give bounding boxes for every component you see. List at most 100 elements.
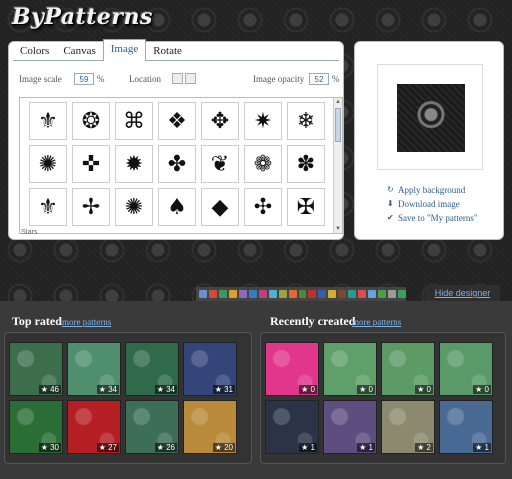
recent-gallery: ★ 0 ★ 0 ★ 0 ★ 0 ★ 1 ★ 1 ★ 2 ★ 1 xyxy=(260,332,506,464)
rating-count: ★ 0 xyxy=(473,385,491,394)
share-icon[interactable] xyxy=(208,290,217,298)
top-rated-more-link[interactable]: more patterns xyxy=(62,317,111,327)
snowflake-icon[interactable]: ❄ xyxy=(287,102,325,140)
rating-count: ★ 2 xyxy=(415,443,433,452)
rating-count: ★ 31 xyxy=(212,385,235,394)
recent-pattern-thumb[interactable]: ★ 1 xyxy=(265,400,319,454)
tab-rotate[interactable]: Rotate xyxy=(146,42,189,61)
spiral-icon[interactable]: ✺ xyxy=(115,188,153,226)
tab-image[interactable]: Image xyxy=(102,39,147,61)
top-rated-pattern-thumb[interactable]: ★ 34 xyxy=(67,342,121,396)
rating-count: ★ 26 xyxy=(154,443,177,452)
refresh-icon: ↻ xyxy=(387,185,394,194)
share-icon[interactable] xyxy=(248,290,257,298)
recent-pattern-thumb[interactable]: ★ 2 xyxy=(381,400,435,454)
cross-flourish-icon[interactable]: ✥ xyxy=(201,102,239,140)
recent-pattern-thumb[interactable]: ★ 0 xyxy=(265,342,319,396)
swirl-sun-icon[interactable]: ✺ xyxy=(29,145,67,183)
image-scale-unit: % xyxy=(97,74,105,84)
recent-pattern-thumb[interactable]: ★ 0 xyxy=(439,342,493,396)
recent-more-link[interactable]: more patterns xyxy=(352,317,401,327)
glyph-scrollbar[interactable]: ▲ ▼ xyxy=(333,98,342,233)
save-to-my-patterns-label: Save to "My patterns" xyxy=(398,213,478,223)
image-scale-input[interactable] xyxy=(74,73,94,85)
share-icon[interactable] xyxy=(218,290,227,298)
compass-flower-icon[interactable]: ✜ xyxy=(72,145,110,183)
tab-canvas[interactable]: Canvas xyxy=(56,42,102,61)
tribal-cross-icon[interactable]: ✠ xyxy=(287,188,325,226)
image-scale-label: Image scale xyxy=(19,74,62,84)
share-icon[interactable] xyxy=(348,290,357,298)
share-icon[interactable] xyxy=(388,290,397,298)
top-rated-pattern-thumb[interactable]: ★ 20 xyxy=(183,400,237,454)
rating-count: ★ 1 xyxy=(357,443,375,452)
recent-pattern-thumb[interactable]: ★ 0 xyxy=(323,342,377,396)
crest-icon[interactable]: ♠ xyxy=(158,188,196,226)
rating-count: ★ 1 xyxy=(299,443,317,452)
share-icon[interactable] xyxy=(268,290,277,298)
tab-colors[interactable]: Colors xyxy=(13,42,56,61)
share-icon[interactable] xyxy=(258,290,267,298)
save-to-my-patterns-link[interactable]: ✔ Save to "My patterns" xyxy=(387,211,478,225)
pattern-preview-panel: ↻ Apply background ⬇ Download image ✔ Sa… xyxy=(354,41,504,240)
top-rated-pattern-thumb[interactable]: ★ 26 xyxy=(125,400,179,454)
apply-background-link[interactable]: ↻ Apply background xyxy=(387,183,478,197)
location-center-icon[interactable] xyxy=(172,73,183,84)
rating-count: ★ 34 xyxy=(154,385,177,394)
scroll-up-icon[interactable]: ▲ xyxy=(334,98,342,106)
share-icon[interactable] xyxy=(199,290,207,298)
recent-pattern-thumb[interactable]: ★ 1 xyxy=(323,400,377,454)
eight-point-star-icon[interactable]: ✷ xyxy=(244,102,282,140)
bypatterns-logo[interactable]: ByPatterns xyxy=(12,4,153,30)
rating-count: ★ 46 xyxy=(38,385,61,394)
share-icon[interactable] xyxy=(358,290,367,298)
rating-count: ★ 34 xyxy=(96,385,119,394)
winged-ornament-icon[interactable]: ✢ xyxy=(72,188,110,226)
radial-medallion-icon[interactable]: ✹ xyxy=(115,145,153,183)
location-tile-icon[interactable] xyxy=(185,73,196,84)
top-rated-pattern-thumb[interactable]: ★ 30 xyxy=(9,400,63,454)
top-rated-pattern-thumb[interactable]: ★ 31 xyxy=(183,342,237,396)
share-icon[interactable] xyxy=(328,290,337,298)
diamond-flourish-icon[interactable]: ❖ xyxy=(158,102,196,140)
designer-tabs: Colors Canvas Image Rotate xyxy=(13,39,189,62)
diamond-cross-icon[interactable]: ◆ xyxy=(201,188,239,226)
download-image-label: Download image xyxy=(398,199,460,209)
recent-pattern-thumb[interactable]: ★ 1 xyxy=(439,400,493,454)
scroll-down-icon[interactable]: ▼ xyxy=(334,225,342,233)
square-knot-icon[interactable]: ⌘ xyxy=(115,102,153,140)
share-icon[interactable] xyxy=(318,290,327,298)
share-icon[interactable] xyxy=(298,290,307,298)
top-rated-pattern-thumb[interactable]: ★ 34 xyxy=(125,342,179,396)
share-icon[interactable] xyxy=(398,290,407,298)
top-rated-pattern-thumb[interactable]: ★ 27 xyxy=(67,400,121,454)
round-lace-icon[interactable]: ✽ xyxy=(287,145,325,183)
fleur-de-lis-icon[interactable]: ⚜ xyxy=(29,188,67,226)
rating-count: ★ 0 xyxy=(415,385,433,394)
opacity-input[interactable] xyxy=(309,73,329,85)
opacity-label: Image opacity xyxy=(253,74,305,84)
share-icon[interactable] xyxy=(368,290,377,298)
quatrefoil-icon[interactable]: ✣ xyxy=(244,188,282,226)
download-image-link[interactable]: ⬇ Download image xyxy=(387,197,478,211)
share-icon[interactable] xyxy=(288,290,297,298)
recent-pattern-thumb[interactable]: ★ 0 xyxy=(381,342,435,396)
top-rated-gallery: ★ 46 ★ 34 ★ 34 ★ 31 ★ 30 ★ 27 ★ 26 ★ 20 xyxy=(4,332,252,464)
share-icon[interactable] xyxy=(338,290,347,298)
share-icon[interactable] xyxy=(238,290,247,298)
hide-designer-link[interactable]: Hide designer xyxy=(425,285,500,301)
round-rosette-icon[interactable]: ❁ xyxy=(244,145,282,183)
share-icon[interactable] xyxy=(308,290,317,298)
share-icon[interactable] xyxy=(228,290,237,298)
pattern-designer-panel: Colors Canvas Image Rotate Image scale %… xyxy=(8,39,344,240)
preview-frame xyxy=(377,64,483,170)
round-medallion-icon[interactable]: ❂ xyxy=(72,102,110,140)
scroll-thumb[interactable] xyxy=(335,108,341,142)
share-icon[interactable] xyxy=(378,290,387,298)
top-rated-pattern-thumb[interactable]: ★ 46 xyxy=(9,342,63,396)
tribal-leaf-icon[interactable]: ❦ xyxy=(201,145,239,183)
share-icon[interactable] xyxy=(278,290,287,298)
preview-actions: ↻ Apply background ⬇ Download image ✔ Sa… xyxy=(387,183,478,225)
flower-cross-icon[interactable]: ✤ xyxy=(158,145,196,183)
fleur-ornament-icon[interactable]: ⚜ xyxy=(29,102,67,140)
